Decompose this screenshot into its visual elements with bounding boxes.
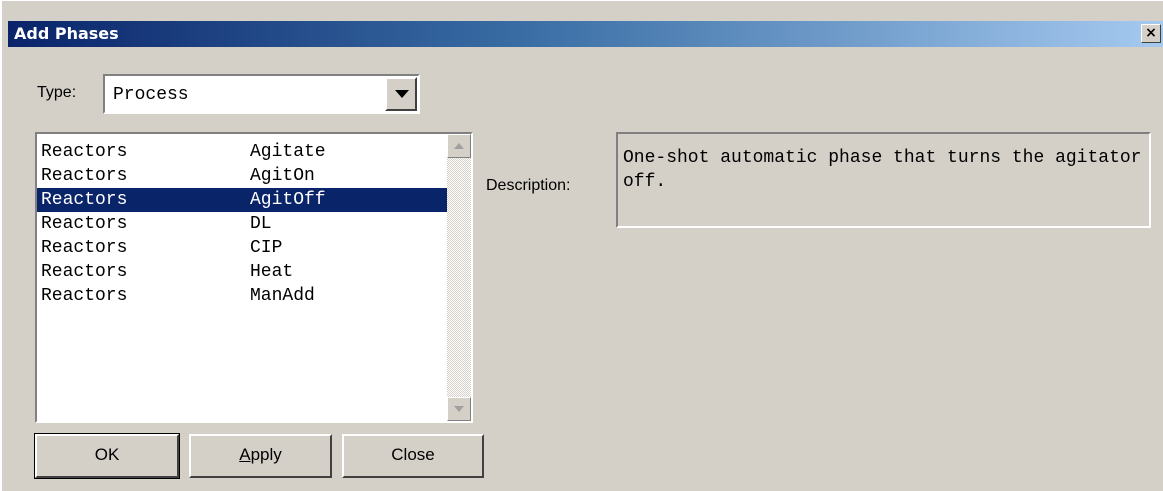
apply-accelerator: A [239, 445, 251, 464]
description-box: One-shot automatic phase that turns the … [616, 132, 1151, 228]
list-item[interactable]: Reactors Heat [37, 260, 449, 284]
title-bar[interactable]: Add Phases × [8, 21, 1163, 47]
scroll-up-button[interactable] [447, 134, 471, 158]
list-item-phase: Agitate [250, 142, 326, 162]
chevron-down-icon [395, 90, 409, 98]
list-item[interactable]: Reactors DL [37, 212, 449, 236]
list-item-area: Reactors [41, 214, 128, 234]
list-item-phase: CIP [250, 238, 283, 258]
type-select[interactable]: Process [103, 74, 420, 114]
list-item[interactable]: Reactors AgitOff [37, 188, 449, 212]
list-item-phase: DL [250, 214, 272, 234]
list-item-area: Reactors [41, 262, 128, 282]
list-item-phase: ManAdd [250, 286, 315, 306]
ok-button[interactable]: OK [34, 433, 180, 479]
list-item-area: Reactors [41, 142, 128, 162]
add-phases-dialog: Add Phases × Type: Process Reactors Agita… [0, 0, 1163, 491]
arrow-down-icon [454, 406, 464, 412]
list-item[interactable]: Reactors Agitate [37, 140, 449, 164]
vertical-scrollbar[interactable] [447, 134, 471, 421]
phase-list: Reactors Agitate Reactors AgitOn Reactors Agi… [37, 140, 449, 308]
close-button[interactable]: Close [342, 434, 484, 478]
arrow-up-icon [454, 143, 464, 149]
type-label: Type: [37, 84, 77, 101]
scroll-down-button[interactable] [447, 397, 471, 421]
apply-label-rest: pply [250, 445, 282, 464]
window-title: Add Phases [14, 24, 119, 43]
list-item-phase: AgitOn [250, 166, 315, 186]
phase-listbox[interactable]: Reactors Agitate Reactors AgitOn Reactors Agi… [35, 132, 473, 423]
close-icon: × [1145, 25, 1157, 41]
list-item[interactable]: Reactors AgitOn [37, 164, 449, 188]
list-item-area: Reactors [41, 238, 128, 258]
list-item-area: Reactors [41, 286, 128, 306]
list-item-phase: Heat [250, 262, 294, 282]
list-item[interactable]: Reactors ManAdd [37, 284, 449, 308]
list-item[interactable]: Reactors CIP [37, 236, 449, 260]
list-item-area: Reactors [41, 190, 128, 210]
list-item-phase: AgitOff [250, 190, 326, 210]
type-dropdown-button[interactable] [385, 77, 417, 111]
close-window-button[interactable]: × [1141, 24, 1161, 43]
description-label: Description: [486, 177, 571, 194]
apply-button[interactable]: Apply [189, 434, 332, 478]
list-item-area: Reactors [41, 166, 128, 186]
type-select-value: Process [113, 85, 189, 105]
